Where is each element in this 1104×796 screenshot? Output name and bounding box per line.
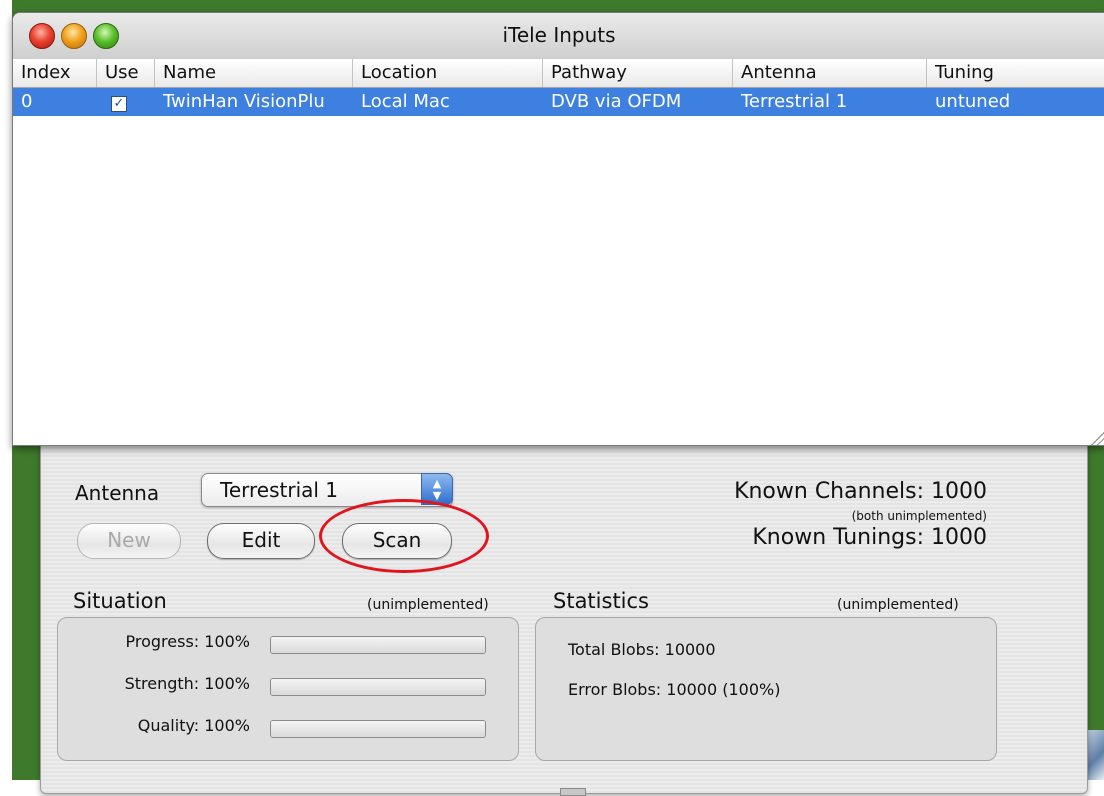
statistics-unimplemented-note: (unimplemented) (837, 597, 959, 613)
itele-inputs-window: iTele Inputs Index Use Name Location Pat… (12, 12, 1104, 446)
left-margin (0, 0, 12, 796)
popup-arrows-icon: ▲ ▼ (421, 473, 453, 505)
column-header-location[interactable]: Location (353, 59, 543, 87)
cell-name: TwinHan VisionPlu (163, 91, 325, 112)
column-header-antenna[interactable]: Antenna (733, 59, 927, 87)
antenna-popup-value: Terrestrial 1 (220, 478, 339, 502)
strength-meter (270, 678, 486, 696)
total-blobs-text: Total Blobs: 10000 (568, 640, 716, 659)
cell-pathway: DVB via OFDM (551, 91, 682, 112)
scan-button[interactable]: Scan (342, 523, 452, 559)
quality-meter-fill (271, 721, 485, 737)
cell-tuning: untuned (935, 91, 1011, 112)
edit-button[interactable]: Edit (207, 523, 315, 559)
antenna-popup[interactable]: Terrestrial 1 ▲ ▼ (201, 473, 453, 507)
column-header-tuning[interactable]: Tuning (927, 59, 1104, 87)
resize-grip-icon[interactable] (1091, 431, 1104, 445)
progress-label: Progress: 100% (125, 632, 251, 651)
column-header-pathway[interactable]: Pathway (543, 59, 733, 87)
column-header-name[interactable]: Name (155, 59, 353, 87)
antenna-label: Antenna (75, 481, 160, 505)
table-row[interactable]: 0 ✓ TwinHan VisionPlu Local Mac DVB via … (13, 88, 1104, 116)
window-title: iTele Inputs (502, 23, 616, 47)
use-checkbox[interactable]: ✓ (111, 96, 127, 112)
column-header-index[interactable]: Index (13, 59, 97, 87)
situation-unimplemented-note: (unimplemented) (367, 597, 489, 613)
progress-meter (270, 636, 486, 654)
known-channels-text: Known Channels: 1000 (734, 479, 987, 504)
cell-use: ✓ (97, 88, 155, 116)
situation-group: Progress: 100% Strength: 100% Quality: 1… (57, 617, 519, 761)
input-controls-panel: Antenna Terrestrial 1 ▲ ▼ New Edit Scan K… (40, 420, 1088, 794)
statistics-group: Total Blobs: 10000 Error Blobs: 10000 (1… (535, 617, 997, 761)
drawer-handle[interactable] (560, 788, 586, 796)
progress-meter-fill (271, 637, 485, 653)
cell-index: 0 (21, 91, 33, 112)
window-titlebar[interactable]: iTele Inputs (13, 13, 1104, 60)
cell-location: Local Mac (361, 91, 450, 112)
table-header: Index Use Name Location Pathway Antenna … (13, 59, 1104, 88)
known-tunings-text: Known Tunings: 1000 (752, 525, 987, 550)
situation-heading: Situation (73, 589, 167, 613)
strength-meter-fill (271, 679, 485, 695)
screen: Antenna Terrestrial 1 ▲ ▼ New Edit Scan K… (0, 0, 1104, 796)
error-blobs-text: Error Blobs: 10000 (100%) (568, 680, 781, 699)
statistics-heading: Statistics (553, 589, 649, 613)
quality-label: Quality: 100% (137, 716, 250, 735)
strength-label: Strength: 100% (124, 674, 250, 693)
cell-antenna: Terrestrial 1 (741, 91, 848, 112)
column-header-use[interactable]: Use (97, 59, 155, 87)
both-unimplemented-note: (both unimplemented) (851, 509, 987, 523)
new-button[interactable]: New (77, 523, 181, 559)
quality-meter (270, 720, 486, 738)
